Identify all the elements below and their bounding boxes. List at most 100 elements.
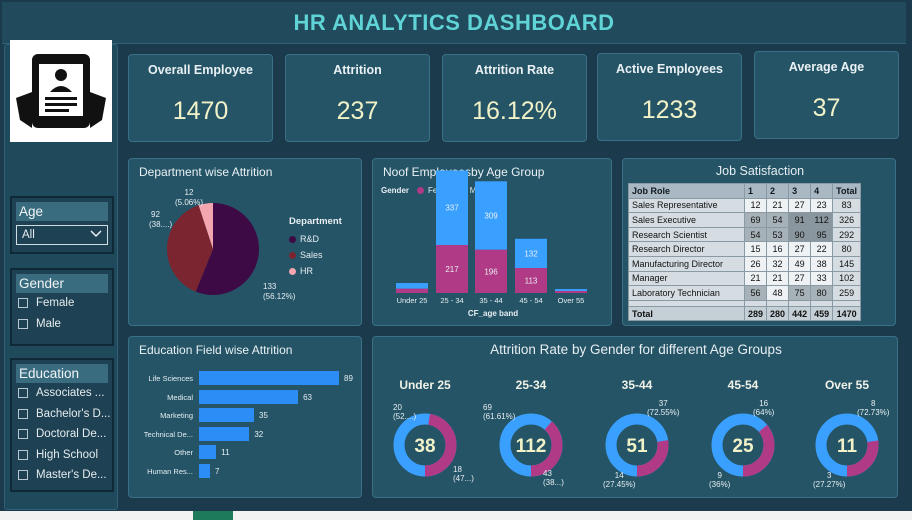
age-slicer: Age All <box>10 196 114 254</box>
checkbox-icon[interactable] <box>18 429 28 440</box>
column-header[interactable]: 4 <box>810 183 834 199</box>
total-cell: 1470 <box>832 305 862 322</box>
table-cell: 83 <box>832 197 862 214</box>
column-header[interactable]: Job Role <box>628 183 745 199</box>
age-group-name: Under 25 <box>399 378 451 392</box>
male-percent: (61.61%) <box>483 412 516 421</box>
education-bar-label: Medical <box>167 392 193 402</box>
education-attrition-panel: Education Field wise Attrition Life Scie… <box>128 336 362 498</box>
table-cell: 15 <box>743 241 768 257</box>
total-cell: 289 <box>743 305 768 322</box>
table-cell: 27 <box>788 241 812 257</box>
bar-label-female: 113 <box>525 277 538 286</box>
checkbox-icon[interactable] <box>18 470 28 481</box>
education-bar-row: Marketing 35 <box>129 408 359 424</box>
female-percent: (38...) <box>543 478 564 487</box>
table-row: Sales Representative 12 21 27 23 83 <box>628 197 862 214</box>
education-option[interactable]: High School <box>12 445 112 466</box>
table-cell: 80 <box>832 241 862 257</box>
education-bar-row: Life Sciences 89 <box>129 371 359 387</box>
table-cell: 80 <box>810 285 834 301</box>
age-dropdown[interactable]: All <box>16 225 108 245</box>
education-bar-label: Life Sciences <box>148 374 193 383</box>
column-header[interactable]: 2 <box>766 183 790 199</box>
checkbox-icon[interactable] <box>18 388 28 399</box>
education-bar-label: Other <box>174 448 193 457</box>
age-group-header: Under 25 <box>385 378 465 392</box>
education-bar-value: 35 <box>259 411 268 420</box>
job-role-cell: Research Scientist <box>628 226 745 243</box>
column-header[interactable]: Total <box>832 183 862 199</box>
education-option[interactable]: Doctoral De... <box>12 424 112 445</box>
pie-label-value: 12 <box>185 188 194 197</box>
age-group-header: 25-34 <box>491 378 571 392</box>
male-count-label: 16 (64%) <box>753 399 774 417</box>
legend-dot <box>289 235 296 243</box>
education-option[interactable]: Master's De... <box>12 465 112 486</box>
age-slicer-title: Age <box>16 202 108 221</box>
legend-item-sales: Sales <box>289 247 323 263</box>
x-tick-label: 25 - 34 <box>440 296 463 305</box>
table-cell: 112 <box>810 212 834 228</box>
table-cell: 12 <box>743 197 768 214</box>
page-tab-indicator[interactable] <box>193 511 233 520</box>
checkbox-icon[interactable] <box>18 318 28 329</box>
table-cell: 69 <box>743 212 768 228</box>
table-cell: 27 <box>788 197 812 214</box>
education-bar <box>199 426 250 441</box>
female-count-label: 18 (47...) <box>453 465 474 483</box>
kpi-active-employees: Active Employees 1233 <box>597 53 742 141</box>
checkbox-icon[interactable] <box>18 449 28 460</box>
female-count-label: 14 (27.45%) <box>603 471 635 489</box>
table-cell: 27 <box>788 270 812 287</box>
table-cell: 326 <box>832 212 862 228</box>
education-option[interactable]: Associates ... <box>12 383 112 404</box>
table-cell: 259 <box>832 285 862 301</box>
table-row: Research Scientist 54 53 90 95 292 <box>628 226 862 243</box>
table-total-row: Total 289 280 442 459 1470 <box>628 305 862 322</box>
checkbox-icon[interactable] <box>18 408 28 419</box>
legend-item-rd: R&D <box>289 231 323 247</box>
gender-option-female[interactable]: Female <box>12 293 112 314</box>
job-satisfaction-panel: Job Satisfaction Job Role 1 2 3 4 Total Sales … <box>622 158 896 326</box>
education-bar <box>199 445 217 459</box>
gender-option-male[interactable]: Male <box>12 314 112 335</box>
age-group-bar-chart: Under 25 217 337 25 - 34 196 309 35 - 44 113 132… <box>396 170 587 305</box>
age-group-name: Over 55 <box>824 378 870 392</box>
table-cell: 56 <box>743 285 768 301</box>
job-role-cell: Manufacturing Director <box>628 255 745 272</box>
table-cell: 22 <box>810 241 834 257</box>
table-cell: 23 <box>810 197 834 214</box>
column-header[interactable]: 3 <box>788 183 812 199</box>
table-cell: 91 <box>788 212 812 228</box>
male-count-label: 20 (52....) <box>393 403 416 421</box>
checkbox-icon[interactable] <box>18 298 28 309</box>
column-header[interactable]: 1 <box>743 183 768 199</box>
education-bar <box>199 389 299 404</box>
female-count: 18 <box>453 465 462 474</box>
education-attrition-title: Education Field wise Attrition <box>139 343 293 357</box>
job-role-cell: Sales Executive <box>628 212 745 228</box>
age-group-header: Over 55 <box>807 378 887 392</box>
bar-label-male: 309 <box>484 211 498 220</box>
female-count: 3 <box>827 471 832 480</box>
table-cell: 16 <box>766 241 790 257</box>
total-cell: 459 <box>810 305 834 322</box>
education-slicer: Education Associates ... Bachelor's D...… <box>10 358 114 492</box>
table-cell: 26 <box>743 255 768 272</box>
female-percent: (27.27%) <box>813 480 846 489</box>
male-percent: (52....) <box>393 412 417 421</box>
employee-profile-icon <box>16 54 106 128</box>
table-row: Laboratory Technician 56 48 75 80 259 <box>628 285 862 301</box>
table-cell: 21 <box>743 270 768 287</box>
x-tick-label: Under 25 <box>397 296 428 305</box>
table-cell: 48 <box>766 285 790 301</box>
education-option[interactable]: Bachelor's D... <box>12 404 112 425</box>
bar-female <box>396 288 428 293</box>
job-satisfaction-table-wrap: Job Role 1 2 3 4 Total Sales Representative 12 2… <box>628 183 862 322</box>
education-bar <box>199 408 255 422</box>
donut-center-total: 25 <box>732 436 754 457</box>
gender-age-attrition-panel: Attrition Rate by Gender for different A… <box>372 336 898 498</box>
dashboard-title: HR ANALYTICS DASHBOARD <box>293 9 615 35</box>
job-satisfaction-title: Job Satisfaction <box>715 164 805 178</box>
